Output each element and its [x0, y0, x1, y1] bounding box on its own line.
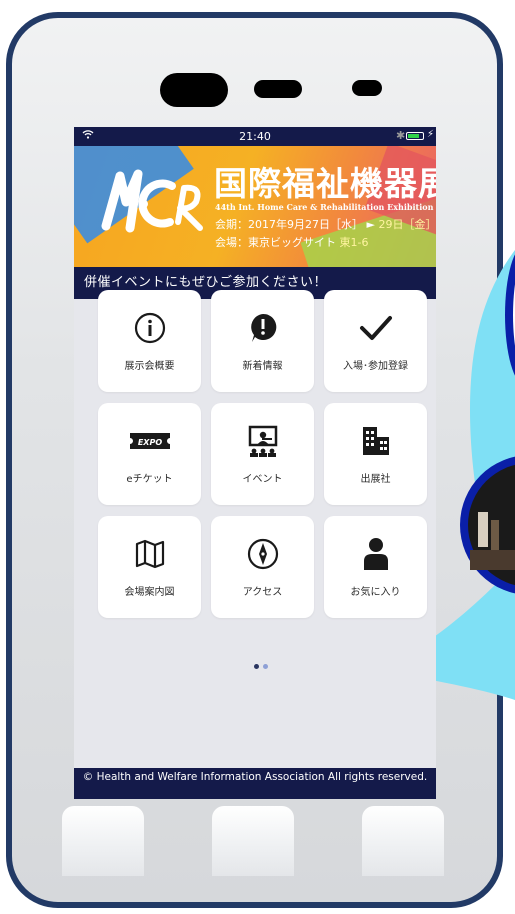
- menu-item-label: 展示会概要: [124, 361, 175, 372]
- menu-item-favorites[interactable]: お気に入り: [324, 516, 427, 618]
- exhibition-banner[interactable]: 国際福祉機器展 44th Int. Home Care & Rehabilita…: [74, 146, 436, 267]
- status-bar: 21:40 ✱ ⚡: [74, 127, 436, 146]
- page-dot-active[interactable]: [254, 664, 259, 669]
- banner-subtitle: 44th Int. Home Care & Rehabilitation Exh…: [215, 202, 434, 212]
- banner-dates: 会期：2017年9月27日［水］ ► 29日［金］: [215, 216, 436, 232]
- menu-item-label: 会場案内図: [124, 587, 175, 598]
- ticket-icon: EXPO: [98, 421, 201, 461]
- bluetooth-icon: ✱: [396, 129, 406, 142]
- building-icon: [324, 421, 427, 461]
- menu-item-events[interactable]: イベント: [211, 403, 314, 505]
- copyright-footer: © Health and Welfare Information Associa…: [74, 768, 436, 799]
- info-icon: [98, 308, 201, 348]
- banner-date-start: 会期：2017年9月27日［水］: [215, 218, 363, 231]
- menu-item-label: 出展社: [360, 474, 391, 485]
- banner-venue: 会場：東京ビッグサイト 東1-6: [215, 234, 368, 250]
- app-screen: 21:40 ✱ ⚡ 国際福祉機器展 44th Int. Home Care & …: [74, 127, 436, 799]
- charging-icon: ⚡: [427, 129, 435, 140]
- phone-speaker-3: [352, 80, 382, 96]
- menu-item-exhibitors[interactable]: 出展社: [324, 403, 427, 505]
- page-dot[interactable]: [263, 664, 268, 669]
- menu-item-venue-map[interactable]: 会場案内図: [98, 516, 201, 618]
- phone-home-button-2: [212, 806, 294, 876]
- menu-item-label: イベント: [242, 474, 283, 485]
- menu-item-registration[interactable]: 入場･参加登録: [324, 290, 427, 392]
- menu-item-access[interactable]: アクセス: [211, 516, 314, 618]
- banner-venue-hall: 東1-6: [339, 236, 369, 249]
- menu-item-label: eチケット: [126, 474, 173, 485]
- menu-item-label: アクセス: [242, 587, 283, 598]
- phone-speaker-1: [160, 73, 228, 107]
- notice-icon: [211, 308, 314, 348]
- person-icon: [324, 534, 427, 574]
- presentation-icon: [211, 421, 314, 461]
- banner-date-end: 29日［金］: [378, 218, 436, 231]
- battery-icon: [406, 132, 424, 140]
- menu-item-label: 新着情報: [242, 361, 283, 372]
- phone-speaker-2: [254, 80, 302, 98]
- menu-item-eticket[interactable]: EXPO eチケット: [98, 403, 201, 505]
- banner-venue-name: 会場：東京ビッグサイト: [215, 236, 336, 249]
- play-arrow-icon: ►: [366, 218, 375, 231]
- menu-item-label: 入場･参加登録: [343, 361, 408, 372]
- map-icon: [98, 534, 201, 574]
- phone-home-button-3: [362, 806, 444, 876]
- status-time: 21:40: [239, 130, 271, 143]
- check-icon: [324, 308, 427, 348]
- compass-icon: [211, 534, 314, 574]
- phone-home-button-1: [62, 806, 144, 876]
- hcr-logo: [101, 169, 203, 233]
- menu-item-label: お気に入り: [350, 587, 401, 598]
- menu-item-exhibition-overview[interactable]: 展示会概要: [98, 290, 201, 392]
- banner-title: 国際福祉機器展: [214, 164, 436, 203]
- ticket-text: EXPO: [137, 438, 161, 447]
- menu-item-news[interactable]: 新着情報: [211, 290, 314, 392]
